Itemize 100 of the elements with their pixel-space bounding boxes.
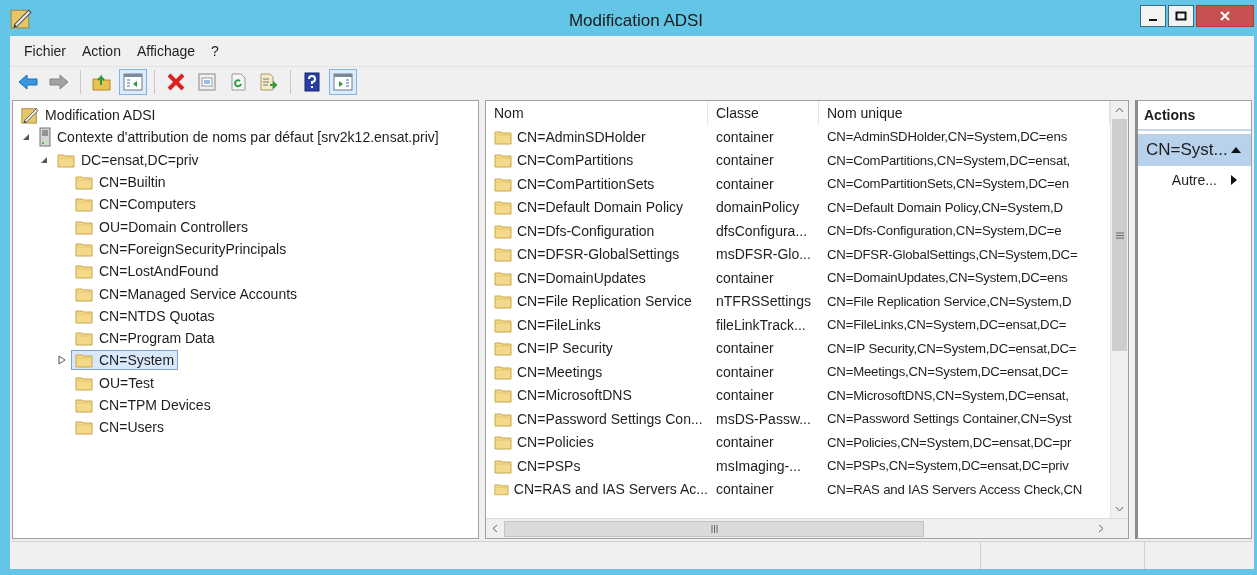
maximize-button[interactable]: [1168, 5, 1194, 27]
minimize-button[interactable]: [1140, 5, 1166, 27]
name-cell[interactable]: CN=ComPartitionSets: [486, 175, 708, 192]
name-cell[interactable]: CN=File Replication Service: [486, 293, 708, 310]
collapsed-triangle-icon[interactable]: [58, 355, 66, 366]
action-section-header[interactable]: CN=Syst...: [1138, 134, 1251, 166]
tree-item[interactable]: Contexte d'attribution de noms par défaut [srv2k12.ensat.priv]: [35, 125, 443, 150]
folder-icon: [494, 340, 512, 357]
close-icon: [1219, 10, 1231, 22]
table-cell-text: container: [715, 434, 775, 451]
table-cell-text: container: [715, 152, 775, 169]
name-cell[interactable]: CN=Meetings: [486, 363, 708, 380]
folder-icon: [75, 374, 93, 391]
folder-icon: [494, 199, 512, 216]
folder-icon: [75, 285, 93, 302]
folder-icon: [494, 316, 512, 333]
folder-icon: [494, 152, 512, 169]
maximize-icon: [1175, 11, 1187, 21]
folder-icon: [75, 240, 93, 257]
tree-item[interactable]: CN=LostAndFound: [71, 261, 223, 282]
scroll-left-icon[interactable]: [492, 524, 498, 533]
table-cell-text: container: [715, 128, 775, 145]
scroll-right-icon[interactable]: [1098, 524, 1104, 533]
menu-item[interactable]: Fichier: [16, 43, 74, 59]
tree-item[interactable]: OU=Domain Controllers: [71, 216, 252, 237]
tree-item[interactable]: OU=Test: [71, 372, 158, 393]
notepad-pencil-icon: [21, 106, 39, 125]
folder-icon: [494, 246, 512, 263]
table-cell-text: CN=RAS and IAS Servers Access Check,CN: [826, 481, 1084, 497]
folder-icon: [494, 481, 509, 498]
name-cell[interactable]: CN=Policies: [486, 434, 708, 451]
name-cell[interactable]: CN=RAS and IAS Servers Ac...: [486, 481, 708, 498]
collapse-triangle-icon[interactable]: [1231, 147, 1241, 153]
more-actions-entry[interactable]: Autre...: [1138, 166, 1251, 194]
horizontal-scrollbar[interactable]: [486, 518, 1128, 538]
table-cell-text: CN=File Replication Service,CN=System,D: [826, 293, 1073, 309]
export-list-icon: [259, 72, 279, 91]
name-cell[interactable]: CN=ComPartitions: [486, 152, 708, 169]
expanded-triangle-icon[interactable]: [40, 155, 48, 164]
table-cell-text: msDS-Passw...: [715, 410, 812, 427]
close-button[interactable]: [1196, 5, 1254, 27]
folder-icon: [494, 269, 512, 286]
table-cell-text: CN=Password Settings Container,CN=Syst: [826, 411, 1073, 427]
tree-item[interactable]: Modification ADSI: [17, 104, 160, 127]
folder-icon: [75, 218, 93, 235]
submenu-arrow-icon: [1231, 175, 1237, 185]
tree-pane-icon: [123, 72, 143, 91]
folder-icon: [494, 363, 512, 380]
menu-item[interactable]: Affichage: [128, 43, 204, 59]
folder-icon: [75, 263, 93, 280]
name-cell[interactable]: CN=DomainUpdates: [486, 269, 708, 286]
action-pane-icon: [333, 72, 353, 91]
folder-icon: [494, 128, 512, 145]
table-cell-text: CN=IP Security,CN=System,DC=ensat,DC=: [826, 340, 1078, 356]
table-cell-text: CN=Policies,CN=System,DC=ensat,DC=pr: [826, 434, 1073, 450]
table-cell-text: dfsConfigura...: [715, 222, 809, 239]
table-cell-text: container: [715, 340, 775, 357]
tree-item[interactable]: CN=System: [71, 350, 179, 371]
tree-item[interactable]: CN=Builtin: [71, 172, 170, 193]
tree-item[interactable]: CN=Managed Service Accounts: [71, 283, 302, 304]
folder-icon: [494, 457, 512, 474]
expanded-triangle-icon[interactable]: [22, 133, 30, 142]
tree-item[interactable]: CN=TPM Devices: [71, 395, 215, 415]
name-cell[interactable]: CN=Password Settings Con...: [486, 410, 708, 427]
name-cell[interactable]: CN=Dfs-Configuration: [486, 222, 708, 239]
name-cell[interactable]: CN=AdminSDHolder: [486, 128, 708, 145]
minimize-icon: [1149, 19, 1157, 21]
folder-icon: [75, 196, 93, 213]
folder-icon: [494, 175, 512, 192]
table-cell-text: CN=Dfs-Configuration,CN=System,DC=e: [826, 223, 1063, 239]
vertical-scrollbar[interactable]: [1110, 101, 1128, 518]
folder-up-icon: [92, 72, 112, 91]
table-cell-text: container: [715, 175, 775, 192]
menu-item[interactable]: ?: [203, 43, 227, 59]
tree-item[interactable]: CN=NTDS Quotas: [71, 305, 219, 326]
tree-item[interactable]: CN=Computers: [71, 194, 200, 215]
table-cell-text: container: [715, 269, 775, 286]
delete-x-icon: [167, 72, 185, 91]
scroll-down-icon[interactable]: [1115, 506, 1124, 512]
actions-title: Actions: [1138, 101, 1251, 131]
name-cell[interactable]: CN=Default Domain Policy: [486, 199, 708, 216]
scroll-up-icon[interactable]: [1115, 107, 1124, 113]
folder-icon: [75, 397, 93, 413]
tree-item[interactable]: CN=Program Data: [71, 328, 219, 349]
tree-item[interactable]: CN=ForeignSecurityPrincipals: [71, 238, 291, 259]
menu-item[interactable]: Action: [74, 43, 129, 59]
server-icon: [39, 127, 51, 148]
name-cell[interactable]: CN=PSPs: [486, 457, 708, 474]
name-cell[interactable]: CN=DFSR-GlobalSettings: [486, 246, 708, 263]
folder-icon: [494, 222, 512, 239]
window-title: Modification ADSI: [567, 11, 705, 31]
name-cell[interactable]: CN=FileLinks: [486, 316, 708, 333]
name-cell[interactable]: CN=MicrosoftDNS: [486, 387, 708, 404]
folder-icon: [75, 307, 93, 324]
tree-item[interactable]: CN=Users: [71, 417, 168, 438]
folder-icon: [57, 151, 75, 168]
name-cell[interactable]: CN=IP Security: [486, 340, 708, 357]
folder-icon: [75, 352, 93, 369]
table-cell-text: CN=MicrosoftDNS,CN=System,DC=ensat,: [826, 387, 1070, 403]
tree-item[interactable]: DC=ensat,DC=priv: [53, 149, 203, 170]
